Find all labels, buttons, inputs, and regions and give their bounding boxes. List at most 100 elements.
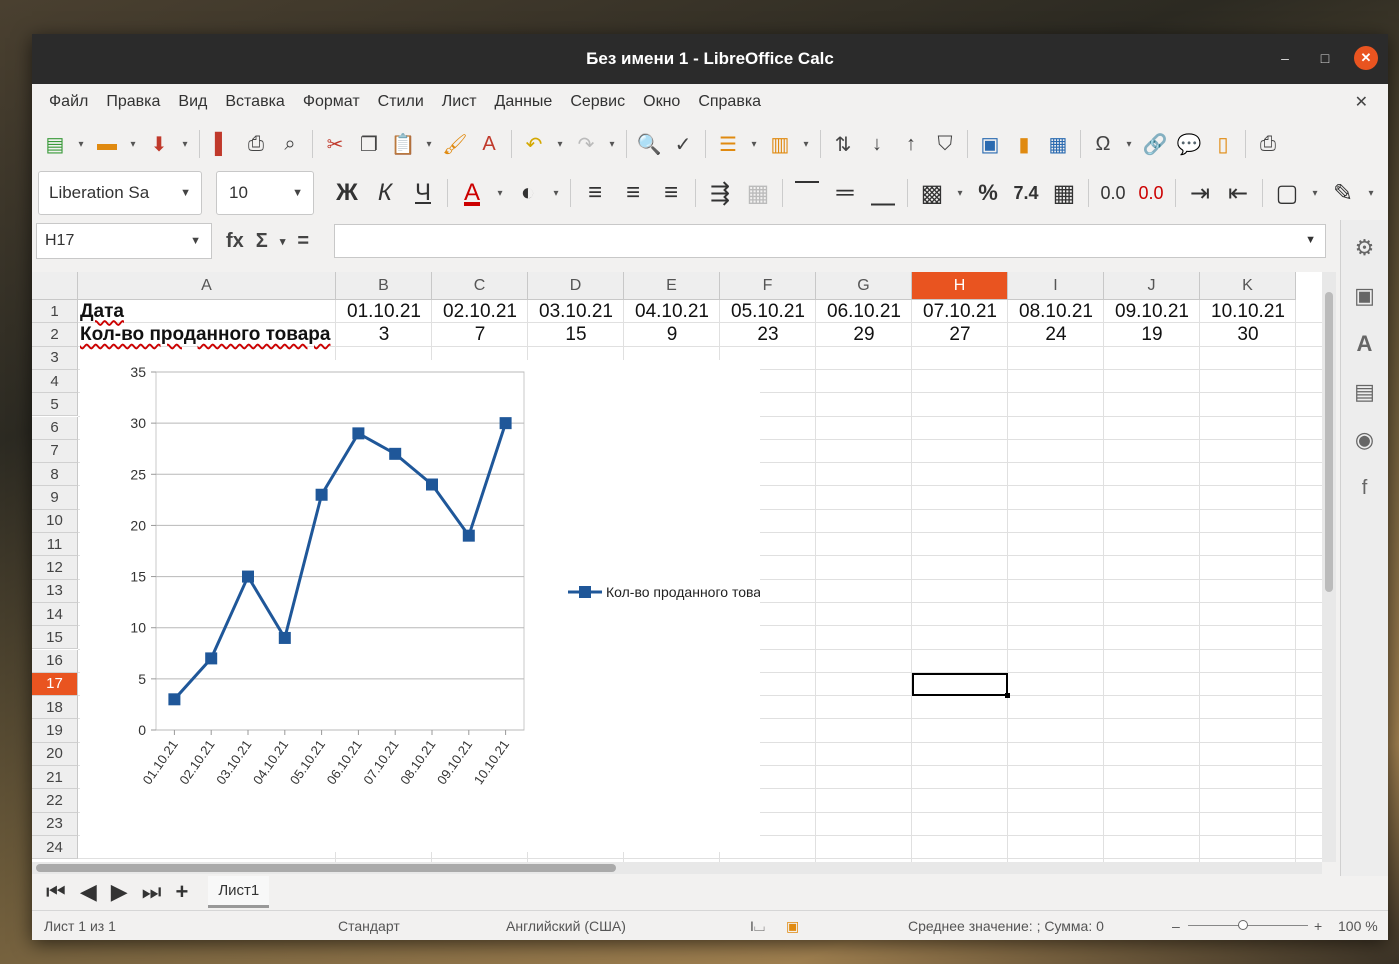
cell-cursor[interactable]	[912, 672, 1010, 699]
cell-count[interactable]: 7	[432, 323, 528, 346]
align-top-icon[interactable]: ⎺	[790, 175, 824, 211]
column-header[interactable]: F	[720, 272, 816, 300]
new-document-icon[interactable]: ▤	[40, 128, 70, 160]
row-header[interactable]: 3	[32, 346, 78, 370]
sort-ascending-icon[interactable]: ↓	[862, 128, 892, 160]
row-header[interactable]: 12	[32, 556, 78, 580]
add-sheet-icon[interactable]: +	[175, 879, 188, 905]
row-header[interactable]: 19	[32, 719, 78, 743]
column-header[interactable]: A	[78, 272, 336, 300]
zoom-in-icon[interactable]: +	[1314, 918, 1322, 934]
zoom-out-icon[interactable]: –	[1172, 918, 1180, 934]
row-header[interactable]: 7	[32, 439, 78, 464]
cell-date[interactable]: 03.10.21	[528, 300, 624, 323]
chevron-down-icon[interactable]: ▾	[953, 177, 967, 209]
wrap-text-icon[interactable]: ⇶	[703, 175, 737, 211]
delete-decimal-button[interactable]: 0.0	[1134, 175, 1168, 211]
column-header[interactable]: K	[1200, 272, 1296, 300]
export-pdf-icon[interactable]: ▌	[207, 128, 237, 160]
align-right-icon[interactable]: ≡	[654, 175, 688, 211]
paste-icon[interactable]: 📋	[388, 128, 418, 160]
cell-count[interactable]: 29	[816, 323, 912, 346]
font-color-icon[interactable]: A	[455, 175, 489, 211]
sheet-tab[interactable]: Лист1	[208, 876, 270, 908]
minimize-button[interactable]: –	[1274, 50, 1296, 66]
open-folder-icon[interactable]: ▬	[92, 128, 122, 160]
chevron-down-icon[interactable]: ▾	[799, 128, 813, 160]
chevron-down-icon[interactable]: ▾	[126, 128, 140, 160]
spreadsheet-grid[interactable]: ABCDEFGHIJK 0 5 10 15 20 25 30 35 01.10.21 02.10.…	[32, 272, 1322, 862]
chevron-down-icon[interactable]: ▼	[1305, 234, 1316, 246]
gear-icon[interactable]: ⚙	[1351, 234, 1379, 262]
menu-tools[interactable]: Сервис	[561, 93, 634, 111]
zoom-slider-track[interactable]	[1188, 925, 1308, 926]
sum-button[interactable]: Σ	[256, 230, 268, 253]
add-decimal-button[interactable]: 0.0	[1096, 175, 1130, 211]
align-middle-icon[interactable]: ═	[828, 175, 862, 211]
row-header[interactable]: 11	[32, 533, 78, 557]
formula-button[interactable]: =	[297, 230, 309, 253]
cut-icon[interactable]: ✂	[320, 128, 350, 160]
close-window-button[interactable]: ✕	[1354, 46, 1378, 70]
row-header[interactable]: 14	[32, 602, 78, 627]
clear-formatting-icon[interactable]: A	[474, 128, 504, 160]
previous-sheet-icon[interactable]: ◀	[80, 879, 97, 905]
row-header[interactable]: 24	[32, 835, 78, 860]
row-header[interactable]: 13	[32, 579, 78, 603]
sort-descending-icon[interactable]: ↑	[896, 128, 926, 160]
vertical-scrollbar[interactable]	[1322, 272, 1336, 862]
decrease-indent-icon[interactable]: ⇤	[1221, 175, 1255, 211]
row-header[interactable]: 17	[32, 672, 78, 697]
cell-count[interactable]: 30	[1200, 323, 1296, 346]
copy-icon[interactable]: ❐	[354, 128, 384, 160]
cell-date[interactable]: 08.10.21	[1008, 300, 1104, 323]
properties-icon[interactable]: ▣	[1351, 282, 1379, 310]
highlight-color-icon[interactable]: ◐	[511, 175, 545, 211]
row-header[interactable]: 20	[32, 742, 78, 766]
autofilter-icon[interactable]: ⛉	[930, 128, 960, 160]
column-header[interactable]: I	[1008, 272, 1104, 300]
cell-date[interactable]: 01.10.21	[336, 300, 432, 323]
select-all-corner[interactable]	[32, 272, 78, 300]
cell-date[interactable]: 07.10.21	[912, 300, 1008, 323]
row-header[interactable]: 16	[32, 649, 78, 673]
insert-image-icon[interactable]: ▣	[975, 128, 1005, 160]
zoom-level[interactable]: 100 %	[1338, 918, 1378, 934]
row-header[interactable]: 4	[32, 369, 78, 394]
underline-button[interactable]: Ч	[406, 175, 440, 211]
align-bottom-icon[interactable]: ⎽	[866, 175, 900, 211]
cell-count[interactable]: 19	[1104, 323, 1200, 346]
first-sheet-icon[interactable]: ⏮	[46, 879, 66, 905]
undo-icon[interactable]: ↶	[519, 128, 549, 160]
find-replace-icon[interactable]: 🔍	[634, 128, 664, 160]
function-wizard-button[interactable]: fx	[226, 230, 244, 253]
print-preview-icon[interactable]: ⌕	[275, 128, 305, 160]
percent-format-button[interactable]: %	[971, 175, 1005, 211]
header-footer-icon[interactable]: ▯	[1208, 128, 1238, 160]
menu-styles[interactable]: Стили	[369, 93, 433, 111]
cell-date[interactable]: 02.10.21	[432, 300, 528, 323]
bold-button[interactable]: Ж	[330, 175, 364, 211]
row-header[interactable]: 5	[32, 393, 78, 417]
maximize-button[interactable]: □	[1314, 50, 1336, 66]
chevron-down-icon[interactable]: ▾	[553, 128, 567, 160]
column-header[interactable]: B	[336, 272, 432, 300]
next-sheet-icon[interactable]: ▶	[111, 879, 128, 905]
comment-icon[interactable]: 💬	[1174, 128, 1204, 160]
currency-format-icon[interactable]: ▩	[915, 175, 949, 211]
chevron-down-icon[interactable]: ▼	[180, 187, 191, 199]
cell-count[interactable]: 24	[1008, 323, 1104, 346]
save-icon[interactable]: ⬇	[144, 128, 174, 160]
horizontal-scroll-thumb[interactable]	[36, 864, 616, 872]
column-icon[interactable]: ▥	[765, 128, 795, 160]
cell-date[interactable]: 09.10.21	[1104, 300, 1200, 323]
row-header[interactable]: 6	[32, 416, 78, 440]
document-modified-icon[interactable]: ▣	[786, 918, 799, 935]
row-header[interactable]: 8	[32, 463, 78, 487]
page-style[interactable]: Стандарт	[338, 918, 400, 934]
navigator-icon[interactable]: ◉	[1351, 426, 1379, 454]
styles-icon[interactable]: A	[1351, 330, 1379, 358]
functions-icon[interactable]: f	[1351, 474, 1379, 502]
chevron-down-icon[interactable]: ▾	[493, 177, 507, 209]
border-style-icon[interactable]: ✎	[1326, 175, 1360, 211]
